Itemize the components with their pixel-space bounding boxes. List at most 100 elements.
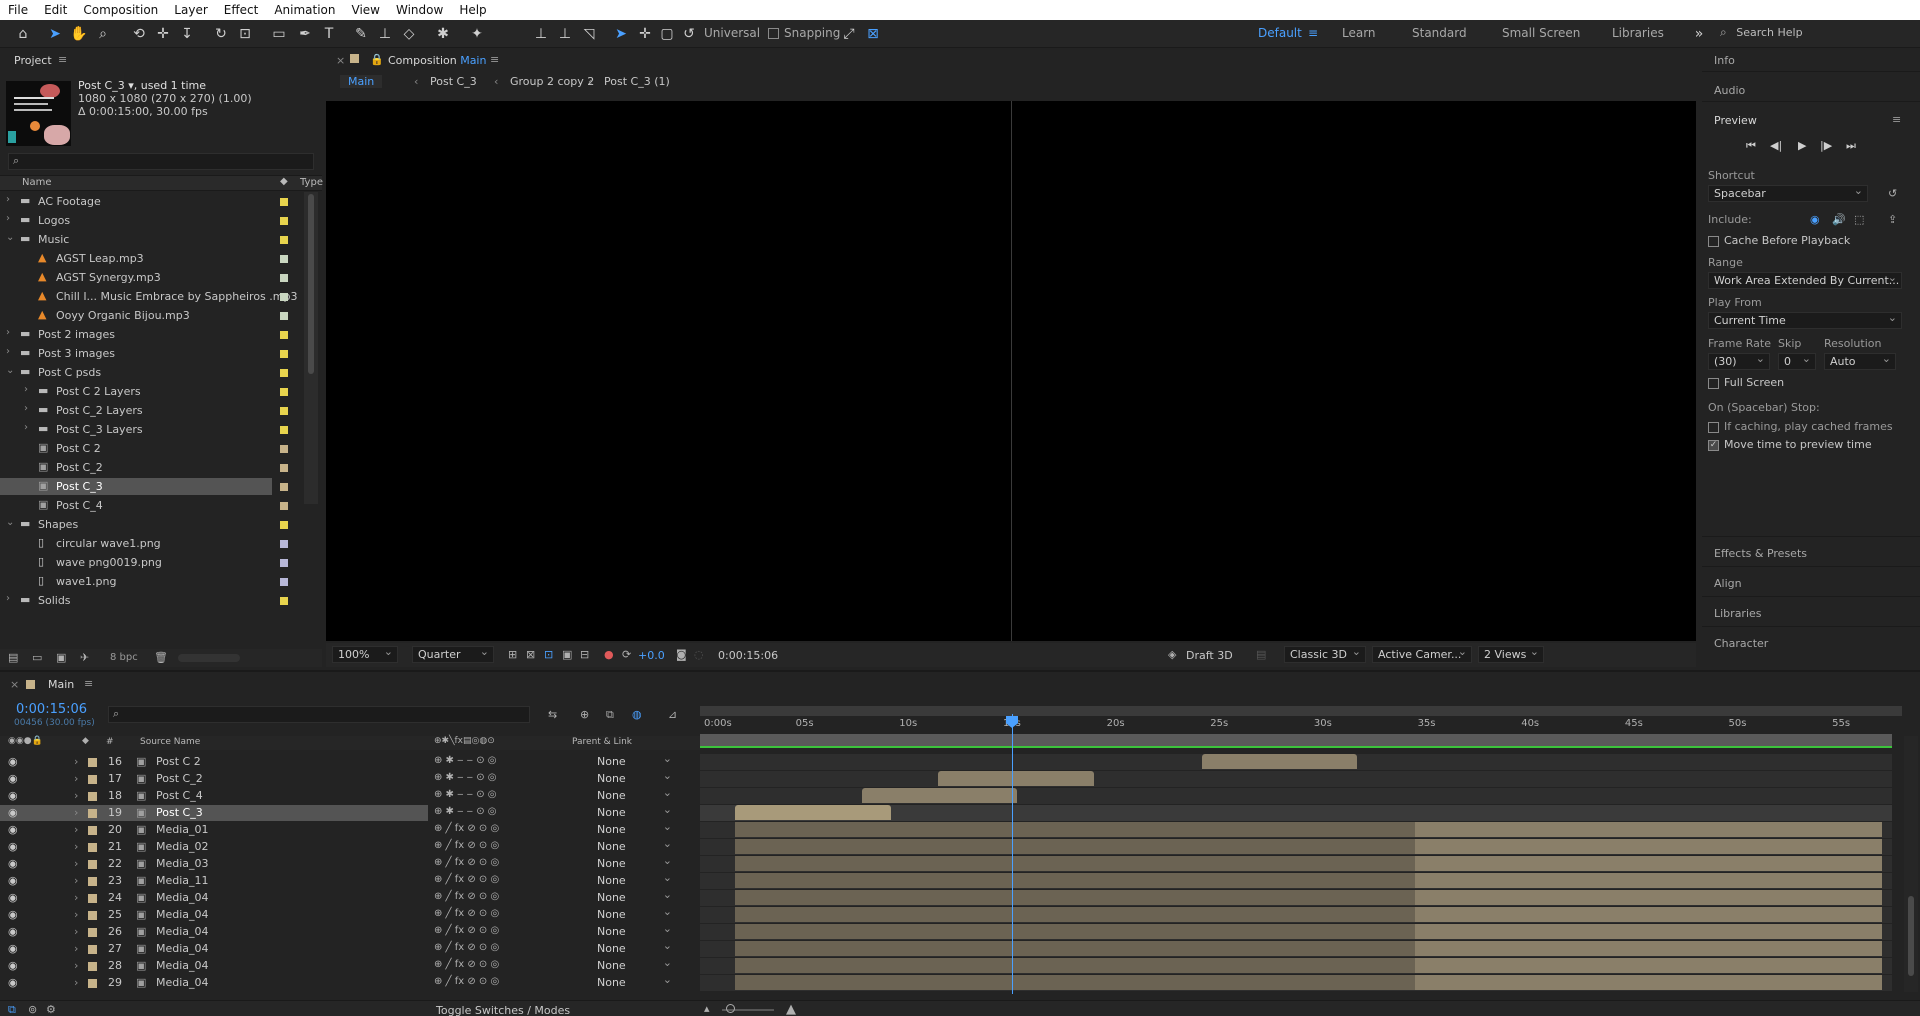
layer-duration-bar[interactable] <box>735 907 1416 922</box>
trash-icon[interactable]: 🗑 <box>154 651 168 664</box>
snapping-toggle[interactable]: Snapping <box>768 26 840 40</box>
layer-switches[interactable]: ⊕ ✱ ‒ ‒ ⊙ ◎ <box>434 755 496 766</box>
workspace-menu-icon[interactable]: ≡ <box>1308 26 1318 40</box>
views-dropdown[interactable]: 2 Views <box>1478 646 1544 663</box>
align-tab[interactable]: Align <box>1714 577 1742 590</box>
layer-duration-bar-extended[interactable] <box>1415 975 1882 990</box>
libraries-tab[interactable]: Libraries <box>1714 607 1762 620</box>
chevron-right-icon[interactable]: › <box>74 789 78 802</box>
resolution-dropdown[interactable]: Quarter <box>412 646 494 663</box>
eye-icon[interactable]: ◉ <box>8 925 18 938</box>
layer-switches[interactable]: ⊕ ╱ fx ⊘ ⊙ ◎ <box>434 942 499 953</box>
label-color-swatch[interactable] <box>88 911 97 920</box>
previous-frame-icon[interactable]: ◀| <box>1770 139 1782 152</box>
eye-icon[interactable]: ◉ <box>8 789 18 802</box>
axis-view-icon[interactable]: ◹ <box>578 24 600 44</box>
chevron-right-icon[interactable]: › <box>74 908 78 921</box>
label-color-swatch[interactable] <box>280 407 288 415</box>
last-frame-icon[interactable]: ⏭ <box>1846 139 1856 153</box>
layer-name[interactable]: Post C_2 <box>156 772 203 785</box>
eye-icon[interactable]: ◉ <box>8 959 18 972</box>
label-color-swatch[interactable] <box>88 894 97 903</box>
preview-tab[interactable]: Preview <box>1714 114 1757 127</box>
menu-layer[interactable]: Layer <box>166 3 215 17</box>
label-color-swatch[interactable] <box>88 860 97 869</box>
clone-stamp-tool-icon[interactable]: ⊥ <box>374 24 396 44</box>
column-name[interactable]: Name <box>22 177 52 188</box>
label-color-swatch[interactable] <box>88 945 97 954</box>
label-color-swatch[interactable] <box>280 445 288 453</box>
project-item[interactable]: ▣ Post C_2 <box>0 458 300 477</box>
layer-duration-bar[interactable] <box>735 941 1416 956</box>
layer-duration-bar-extended[interactable] <box>1415 856 1882 871</box>
timeline-menu-icon[interactable]: ≡ <box>84 677 93 690</box>
workspace-overflow-icon[interactable]: » <box>1688 24 1710 44</box>
layer-name[interactable]: Media_04 <box>156 891 209 904</box>
table-row[interactable]: ◉ › 27 ▣ Media_04 ⊕ ╱ fx ⊘ ⊙ ◎ None <box>0 941 1920 958</box>
breadcrumb-item[interactable]: Post C_3 <box>430 75 477 88</box>
timeline-tab[interactable]: Main <box>48 678 74 691</box>
chevron-down-icon[interactable]: ⌄ <box>6 365 14 376</box>
if-caching-checkbox[interactable] <box>1708 421 1719 433</box>
graph-editor-icon[interactable]: ⊿ <box>668 708 677 721</box>
label-color-swatch[interactable] <box>280 559 288 567</box>
menu-window[interactable]: Window <box>388 3 451 17</box>
time-ruler[interactable]: 0:00s05s10s15s20s25s30s35s40s45s50s55s <box>700 716 1902 734</box>
viewer-timecode[interactable]: 0:00:15:06 <box>718 649 778 662</box>
comp-mini-flowchart-icon[interactable]: ⇆ <box>548 708 557 721</box>
shortcut-dropdown[interactable]: Spacebar <box>1708 185 1868 202</box>
table-row[interactable]: ◉ › 23 ▣ Media_11 ⊕ ╱ fx ⊘ ⊙ ◎ None <box>0 873 1920 890</box>
column-type[interactable]: Type <box>300 177 323 188</box>
renderer-dropdown[interactable]: Classic 3D <box>1284 646 1366 663</box>
skip-dropdown[interactable]: 0 <box>1778 353 1816 370</box>
channel-icon[interactable]: ● <box>604 648 614 661</box>
project-item[interactable]: › ▬ Post C 2 Layers <box>0 382 300 401</box>
layer-switches-icon[interactable]: ⧉ <box>8 1003 16 1016</box>
layer-duration-bar[interactable] <box>735 958 1416 973</box>
project-item[interactable]: ⌄ ▬ Post C psds <box>0 363 300 382</box>
play-from-dropdown[interactable]: Current Time <box>1708 312 1902 329</box>
label-color-swatch[interactable] <box>88 843 97 852</box>
label-color-swatch[interactable] <box>88 962 97 971</box>
workspace-small-screen[interactable]: Small Screen <box>1502 26 1580 40</box>
transparency-grid-icon[interactable]: ⊠ <box>526 648 535 661</box>
layer-switches[interactable]: ⊕ ╱ fx ⊘ ⊙ ◎ <box>434 959 499 970</box>
label-color-swatch[interactable] <box>280 350 288 358</box>
parent-dropdown[interactable]: None <box>592 958 676 973</box>
reset-shortcut-icon[interactable]: ↺ <box>1888 187 1897 200</box>
chevron-right-icon[interactable]: › <box>74 857 78 870</box>
cache-checkbox[interactable] <box>1708 235 1719 247</box>
include-overlays-icon[interactable]: ⬚ <box>1854 213 1864 226</box>
layer-duration-bar[interactable] <box>735 975 1416 990</box>
layer-name[interactable]: Media_04 <box>156 976 209 989</box>
chevron-right-icon[interactable]: › <box>74 891 78 904</box>
layer-name[interactable]: Post C_3 <box>156 806 203 819</box>
layer-duration-bar-extended[interactable] <box>1415 822 1882 837</box>
workspace-learn[interactable]: Learn <box>1342 26 1376 40</box>
parent-dropdown[interactable]: None <box>592 788 676 803</box>
rotate-tool-icon[interactable]: ↻ <box>210 24 232 44</box>
layer-duration-bar[interactable] <box>861 788 1018 803</box>
parent-dropdown[interactable]: None <box>592 771 676 786</box>
label-color-swatch[interactable] <box>280 483 288 491</box>
transfer-controls-icon[interactable]: ⊚ <box>28 1003 37 1016</box>
parent-dropdown[interactable]: None <box>592 754 676 769</box>
project-item[interactable]: ▲ AGST Synergy.mp3 <box>0 268 300 287</box>
label-color-swatch[interactable] <box>88 877 97 886</box>
chevron-right-icon[interactable]: › <box>6 194 10 205</box>
layer-switches[interactable]: ⊕ ✱ ‒ ‒ ⊙ ◎ <box>434 806 496 817</box>
chevron-right-icon[interactable]: › <box>24 422 28 433</box>
puppet-tool-icon[interactable]: ✦ <box>466 24 488 44</box>
label-color-swatch[interactable] <box>280 255 288 263</box>
chevron-right-icon[interactable]: › <box>74 976 78 989</box>
project-item[interactable]: ▯ wave1.png <box>0 572 300 591</box>
layer-switches[interactable]: ⊕ ╱ fx ⊘ ⊙ ◎ <box>434 874 499 885</box>
parent-dropdown[interactable]: None <box>592 873 676 888</box>
workspace-standard[interactable]: Standard <box>1412 26 1467 40</box>
layer-name[interactable]: Media_02 <box>156 840 209 853</box>
lock-icon[interactable]: 🔒 <box>370 53 384 66</box>
project-item[interactable]: ▣ Post C_3 <box>0 477 300 496</box>
layer-duration-bar-extended[interactable] <box>1415 924 1882 939</box>
chevron-right-icon[interactable]: › <box>74 806 78 819</box>
toggle-switches-modes[interactable]: Toggle Switches / Modes <box>436 1004 570 1016</box>
